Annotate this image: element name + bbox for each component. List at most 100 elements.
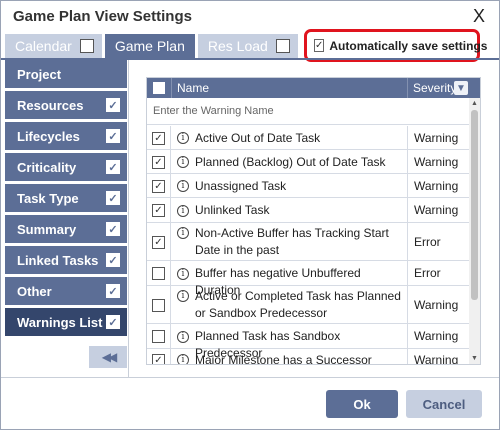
ok-button[interactable]: Ok [326,390,398,418]
sidebar-item-summary[interactable]: Summary ✓ [5,215,127,243]
table-row[interactable]: ✓ i Planned (Backlog) Out of Date Task Warn… [147,150,469,174]
sidebar-item-task-type[interactable]: Task Type ✓ [5,184,127,212]
table-row[interactable]: i Active or Completed Task has Planned or… [147,286,469,324]
warning-name: Non-Active Buffer has Tracking Start Dat… [195,226,389,257]
sidebar-item-label: Project [17,66,62,82]
column-name-header[interactable]: Name [177,81,209,95]
warning-severity: Error [414,266,441,280]
table-row[interactable]: ✓ i Unlinked Task Warning [147,198,469,223]
sidebar: Warnings List ✓ Other ✓ Linked Tasks ✓ Summary… [5,60,127,376]
sidebar-item-label: Warnings List [17,314,103,330]
grid-scrollbar[interactable]: ▲ ▼ [469,98,480,364]
sidebar-item-criticality[interactable]: Criticality ✓ [5,153,127,181]
sidebar-item-label: Criticality [17,159,77,175]
column-separator [407,349,408,364]
sidebar-item-lifecycles[interactable]: Lifecycles ✓ [5,122,127,150]
row-checkbox[interactable]: ✓ [152,236,165,249]
scroll-down-icon[interactable]: ▼ [471,355,478,362]
column-separator [407,150,408,173]
warning-severity: Warning [414,155,459,169]
warning-severity: Warning [414,298,459,312]
warning-name: Active or Completed Task has Planned or … [195,289,401,320]
row-checkbox[interactable] [152,299,165,312]
row-checkbox[interactable] [152,267,165,280]
table-row[interactable]: ✓ i Non-Active Buffer has Tracking Start D… [147,223,469,261]
info-icon[interactable]: i [177,268,189,280]
warning-name: Planned (Backlog) Out of Date Task [195,155,386,169]
info-icon[interactable]: i [177,331,189,343]
warning-name: Major Milestone has a Successor [195,353,372,365]
warning-name: Unlinked Task [195,203,270,217]
tab-calendar[interactable]: Calendar [5,34,102,58]
info-icon[interactable]: i [177,227,189,239]
footer-divider [1,377,499,378]
info-icon[interactable]: i [177,180,189,192]
table-row[interactable]: ✓ i Active Out of Date Task Warning [147,126,469,150]
filter-icon[interactable]: ▼ [454,81,468,95]
row-checkbox[interactable]: ✓ [152,132,165,145]
sidebar-item-other[interactable]: Other ✓ [5,277,127,305]
tab-res-load[interactable]: Res Load [197,34,298,58]
column-separator [407,198,408,222]
column-separator [407,261,408,285]
sidebar-item-checkbox[interactable]: ✓ [106,253,120,267]
sidebar-item-checkbox[interactable]: ✓ [106,160,120,174]
info-icon[interactable]: i [177,205,189,217]
info-icon[interactable]: i [177,156,189,168]
table-row[interactable]: i Buffer has negative Unbuffered Duration… [147,261,469,297]
sidebar-item-label: Linked Tasks [17,252,99,268]
column-separator [407,286,408,323]
column-separator [407,324,408,348]
column-separator [407,174,408,197]
warnings-grid: Name Severity ▼ ✓ i Active Out of Date Tas… [146,77,481,365]
warning-severity: Warning [414,353,459,365]
cancel-button[interactable]: Cancel [406,390,482,418]
sidebar-item-warnings-list[interactable]: Warnings List ✓ [5,308,127,336]
column-severity-header[interactable]: Severity [413,81,456,95]
autosave-label: Automatically save settings [329,38,488,53]
column-separator [407,223,408,260]
sidebar-item-linked-tasks[interactable]: Linked Tasks ✓ [5,246,127,274]
tab-bar: Calendar Game Plan Res Load [5,34,301,58]
tab-res-load-checkbox[interactable] [275,39,290,53]
tab-calendar-checkbox[interactable] [79,39,94,53]
sidebar-item-label: Resources [17,97,84,113]
table-row[interactable]: ✓ i Major Milestone has a Successor Warning [147,349,469,365]
grid-header: Name Severity ▼ [147,78,480,98]
table-row[interactable]: i Planned Task has Sandbox Predecessor War… [147,324,469,360]
collapse-sidebar-button[interactable]: ◀◀ [89,346,127,368]
row-checkbox[interactable]: ✓ [152,354,165,364]
close-icon[interactable]: X [473,6,485,26]
row-checkbox[interactable]: ✓ [152,204,165,217]
table-row[interactable]: ✓ i Unassigned Task Warning [147,174,469,198]
info-icon[interactable]: i [177,354,189,364]
sidebar-item-label: Lifecycles [17,128,80,144]
warning-search-input[interactable] [153,103,463,119]
row-checkbox[interactable]: ✓ [152,180,165,193]
sidebar-item-checkbox[interactable]: ✓ [106,191,120,205]
sidebar-item-project[interactable]: Project [5,60,127,88]
sidebar-item-checkbox[interactable]: ✓ [106,284,120,298]
sidebar-item-resources[interactable]: Resources ✓ [5,91,127,119]
select-all-checkbox[interactable] [153,82,165,94]
warning-name: Active Out of Date Task [195,131,321,145]
sidebar-item-label: Task Type [17,190,79,206]
sidebar-item-checkbox[interactable]: ✓ [106,315,120,329]
tab-game-plan[interactable]: Game Plan [104,34,195,58]
row-checkbox[interactable] [152,330,165,343]
warning-severity: Warning [414,131,459,145]
warning-severity: Error [414,235,441,249]
warning-severity: Warning [414,203,459,217]
sidebar-item-label: Summary [17,221,77,237]
scroll-up-icon[interactable]: ▲ [471,100,478,107]
info-icon[interactable]: i [177,290,189,302]
sidebar-item-checkbox[interactable]: ✓ [106,98,120,112]
scroll-thumb[interactable] [471,110,478,300]
sidebar-item-checkbox[interactable]: ✓ [106,222,120,236]
row-checkbox[interactable]: ✓ [152,156,165,169]
autosave-checkbox[interactable]: ✓ [314,39,325,52]
column-separator [171,78,172,98]
sidebar-item-checkbox[interactable]: ✓ [106,129,120,143]
info-icon[interactable]: i [177,132,189,144]
column-separator [407,78,408,98]
